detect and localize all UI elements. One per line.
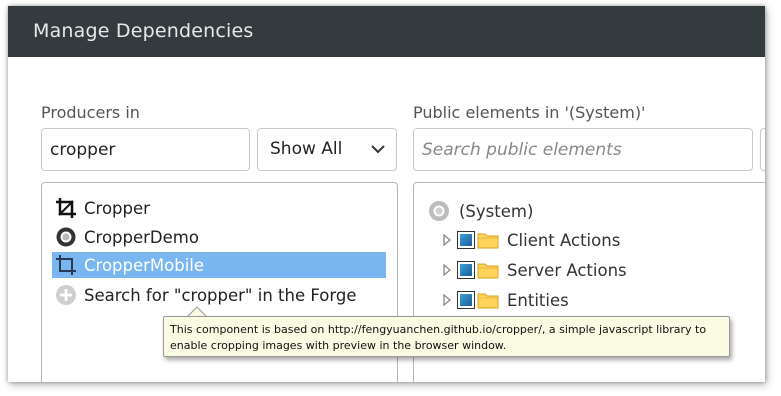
folder-icon (477, 293, 499, 309)
crop-icon (55, 254, 77, 276)
element-checkbox[interactable] (457, 291, 475, 309)
tree-item-entities[interactable]: Entities (442, 287, 569, 313)
list-item-label: Search for "cropper" in the Forge (84, 285, 357, 305)
expand-arrow-icon[interactable] (442, 234, 452, 246)
producers-search-input[interactable] (41, 128, 250, 171)
expand-arrow-icon[interactable] (442, 294, 452, 306)
producers-filter-select[interactable]: Show All (257, 128, 397, 171)
public-elements-label: Public elements in '(System)' (413, 103, 646, 122)
tree-root-system[interactable]: (System) (428, 198, 533, 224)
list-item-croppermobile[interactable]: CropperMobile (52, 252, 386, 278)
tree-root-label: (System) (459, 201, 534, 221)
tree-item-client-actions[interactable]: Client Actions (442, 227, 620, 253)
list-item-label: Cropper (84, 198, 150, 218)
folder-icon (477, 233, 499, 249)
app-circle-icon (55, 226, 77, 248)
element-checkbox[interactable] (457, 261, 475, 279)
system-circle-icon (428, 200, 450, 222)
folder-icon (477, 263, 499, 279)
tree-item-server-actions[interactable]: Server Actions (442, 257, 627, 283)
list-item-label: CropperDemo (84, 227, 199, 247)
expand-arrow-icon[interactable] (442, 264, 452, 276)
tree-item-label: Client Actions (507, 230, 621, 250)
dialog-titlebar: Manage Dependencies (8, 6, 765, 57)
component-tooltip: This component is based on http://fengyu… (163, 316, 730, 357)
list-item-cropper[interactable]: Cropper (52, 195, 386, 221)
search-forge-link[interactable]: Search for "cropper" in the Forge (52, 282, 386, 308)
producers-label: Producers in (41, 103, 140, 122)
list-item-label: CropperMobile (84, 255, 205, 275)
chevron-down-icon (371, 145, 385, 154)
public-elements-search-input[interactable] (413, 128, 753, 171)
tree-item-label: Server Actions (507, 260, 627, 280)
element-checkbox[interactable] (457, 231, 475, 249)
list-item-cropperdemo[interactable]: CropperDemo (52, 224, 386, 250)
public-elements-filter[interactable] (760, 128, 765, 171)
tree-item-label: Entities (507, 290, 569, 310)
crop-icon (55, 197, 77, 219)
tooltip-text: This component is based on http://fengyu… (170, 323, 707, 352)
dialog-title: Manage Dependencies (33, 20, 254, 42)
producers-filter-value: Show All (270, 139, 343, 159)
plus-circle-icon (55, 284, 77, 306)
